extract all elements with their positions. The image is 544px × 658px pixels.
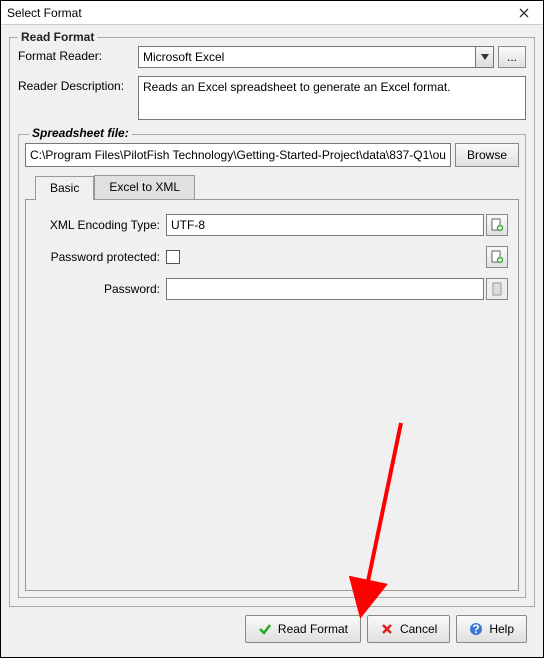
document-plus-icon (490, 218, 504, 232)
browse-button-label: Browse (467, 148, 507, 162)
password-protected-label: Password protected: (36, 250, 166, 264)
help-button-label: Help (489, 622, 514, 636)
password-doc-button[interactable] (486, 278, 508, 300)
password-protected-row: Password protected: (36, 246, 508, 268)
format-reader-row: Format Reader: Microsoft Excel ... (18, 46, 526, 68)
help-button[interactable]: ? Help (456, 615, 527, 643)
combo-dropdown-button[interactable] (475, 47, 493, 67)
password-protected-add-button[interactable] (486, 246, 508, 268)
cancel-button[interactable]: Cancel (367, 615, 450, 643)
cancel-button-label: Cancel (400, 622, 437, 636)
format-reader-browse-button[interactable]: ... (498, 46, 526, 68)
password-row: Password: (36, 278, 508, 300)
cancel-icon (380, 622, 394, 636)
close-button[interactable] (509, 3, 539, 23)
basic-tab-panel: XML Encoding Type: Password protected: (25, 199, 519, 591)
browse-button[interactable]: Browse (455, 143, 519, 167)
window-title: Select Format (7, 6, 509, 20)
file-path-input[interactable]: C:\Program Files\PilotFish Technology\Ge… (25, 143, 451, 167)
xml-encoding-input[interactable] (166, 214, 484, 236)
document-plus-icon (490, 250, 504, 264)
xml-encoding-row: XML Encoding Type: (36, 214, 508, 236)
spreadsheet-file-group: Spreadsheet file: C:\Program Files\Pilot… (18, 134, 526, 598)
close-icon (519, 8, 529, 18)
reader-description-label: Reader Description: (18, 76, 138, 93)
tab-bar: Basic Excel to XML (35, 175, 519, 199)
help-icon: ? (469, 622, 483, 636)
tab-basic[interactable]: Basic (35, 176, 94, 200)
content-area: Read Format Format Reader: Microsoft Exc… (1, 25, 543, 657)
tab-excel-to-xml-label: Excel to XML (109, 180, 180, 194)
format-reader-combo[interactable]: Microsoft Excel (138, 46, 494, 68)
select-format-dialog: Select Format Read Format Format Reader:… (0, 0, 544, 658)
reader-description-row: Reader Description: Reads an Excel sprea… (18, 76, 526, 120)
chevron-down-icon (481, 54, 489, 60)
format-reader-label: Format Reader: (18, 46, 138, 63)
spreadsheet-file-legend: Spreadsheet file: (29, 126, 132, 140)
file-path-row: C:\Program Files\PilotFish Technology\Ge… (25, 143, 519, 167)
titlebar: Select Format (1, 1, 543, 25)
check-icon (258, 622, 272, 636)
file-path-value: C:\Program Files\PilotFish Technology\Ge… (30, 148, 446, 162)
password-label: Password: (36, 282, 166, 296)
svg-text:?: ? (473, 622, 480, 636)
ellipsis-icon: ... (507, 50, 517, 64)
read-format-button-label: Read Format (278, 622, 348, 636)
button-bar: Read Format Cancel ? Help (9, 607, 535, 651)
tab-excel-to-xml[interactable]: Excel to XML (94, 175, 195, 199)
read-format-button[interactable]: Read Format (245, 615, 361, 643)
read-format-legend: Read Format (18, 30, 97, 44)
document-icon (490, 282, 504, 296)
password-input[interactable] (166, 278, 484, 300)
password-protected-checkbox[interactable] (166, 250, 180, 264)
tab-basic-label: Basic (50, 181, 79, 195)
format-reader-value: Microsoft Excel (139, 50, 475, 64)
reader-description-text: Reads an Excel spreadsheet to generate a… (138, 76, 526, 120)
xml-encoding-add-button[interactable] (486, 214, 508, 236)
read-format-group: Read Format Format Reader: Microsoft Exc… (9, 37, 535, 607)
xml-encoding-label: XML Encoding Type: (36, 218, 166, 232)
